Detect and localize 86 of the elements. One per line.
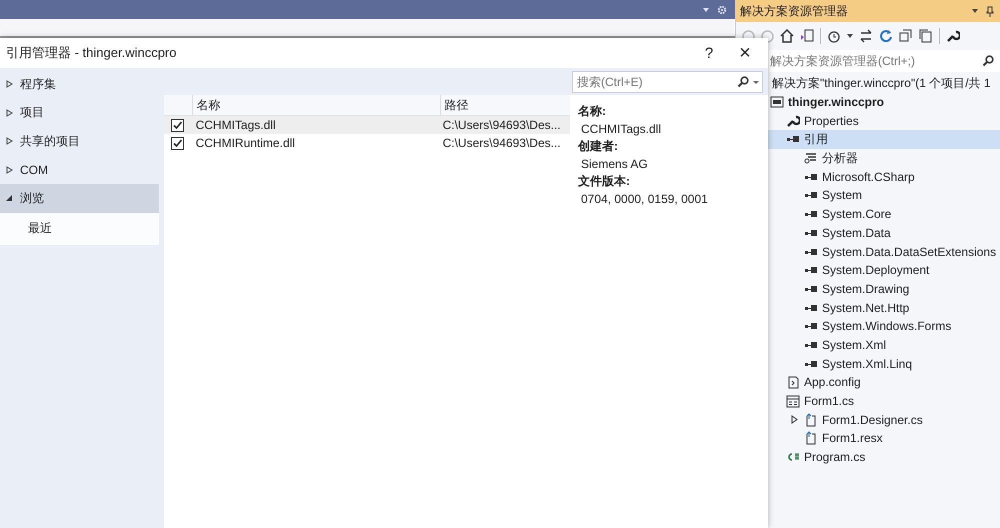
reference-icon — [804, 360, 818, 368]
tree-item[interactable]: System.Data.DataSetExtensions — [736, 242, 1000, 261]
detail-value: CCHMITags.dll — [580, 121, 662, 138]
search-field[interactable]: 搜索(Ctrl+E) — [572, 70, 763, 92]
settings-icon[interactable] — [717, 4, 727, 14]
reference-icon — [804, 248, 818, 256]
dropdown-icon[interactable] — [972, 9, 978, 13]
tree-item[interactable]: System.Core — [736, 204, 1000, 224]
tree-item[interactable]: System.Windows.Forms — [736, 316, 1000, 336]
document-icon[interactable] — [800, 29, 814, 43]
tree-item[interactable]: System.Net.Http — [736, 298, 1000, 317]
table-cell-text: C:\Users\94693\Des... — [442, 118, 561, 132]
panel-title: 解决方案资源管理器 — [740, 2, 848, 20]
tree-item[interactable]: System.Drawing — [736, 280, 1000, 298]
tree-item[interactable]: App.config — [736, 373, 1000, 392]
csharp-project-icon — [770, 96, 784, 108]
column-header[interactable]: 名称 — [192, 95, 441, 115]
detail-value: 0704, 0000, 0159, 0001 — [580, 191, 709, 208]
table-cell-text: CCHMIRuntime.dll — [194, 136, 296, 150]
tree-item[interactable]: System.Xml.Linq — [736, 354, 1000, 373]
tree-item[interactable]: Microsoft.CSharp — [736, 167, 1000, 186]
detail-value: Siemens AG — [580, 156, 649, 173]
table-cell-text: CCHMITags.dll — [194, 118, 277, 132]
form-icon — [786, 394, 800, 408]
tree-item[interactable]: Form1.resx — [736, 429, 1000, 448]
dropdown-icon[interactable] — [753, 80, 759, 84]
tree-item[interactable]: System — [736, 186, 1000, 205]
refresh-icon[interactable] — [879, 29, 893, 43]
tree-item[interactable]: System.Deployment — [736, 260, 1000, 280]
tree-item[interactable]: System.Data — [736, 224, 1000, 242]
file-icon — [804, 431, 818, 446]
help-button[interactable]: ? — [696, 44, 722, 62]
pin-icon[interactable] — [986, 6, 994, 16]
nav-item[interactable]: 浏览 — [0, 184, 159, 212]
tree-item[interactable]: Form1.Designer.cs — [736, 410, 1000, 430]
expand-icon[interactable] — [6, 80, 13, 88]
reference-icon — [804, 228, 818, 237]
wrench-icon — [786, 114, 800, 128]
detail-label: 创建者: — [578, 138, 619, 155]
file-icon — [804, 412, 818, 427]
expand-icon[interactable] — [6, 166, 13, 174]
reference-icon — [804, 266, 818, 274]
reference-icon — [804, 304, 818, 312]
expanded-icon[interactable] — [6, 194, 13, 202]
nav-item[interactable]: 程序集 — [0, 70, 159, 98]
expand-icon[interactable] — [6, 108, 13, 117]
tree-item[interactable]: 分析器 — [736, 148, 1000, 168]
reference-icon — [786, 135, 800, 144]
expand-icon[interactable] — [790, 415, 798, 424]
home-icon[interactable] — [780, 29, 794, 43]
reference-icon — [804, 322, 818, 330]
checkbox[interactable] — [171, 136, 184, 150]
search-field[interactable]: 解决方案资源管理器(Ctrl+;) — [769, 50, 1000, 72]
close-button[interactable]: × — [732, 42, 758, 64]
tree-item[interactable]: Program.cs — [736, 448, 1000, 466]
nav-item[interactable]: 项目 — [0, 98, 159, 127]
collapse-icon[interactable] — [899, 29, 913, 43]
reference-icon — [804, 340, 818, 349]
dialog-title: 引用管理器 - thinger.winccpro — [6, 44, 176, 62]
analyzer-icon — [804, 152, 818, 164]
table-cell-text: C:\Users\94693\Des... — [442, 136, 561, 150]
reference-icon — [804, 210, 818, 218]
search-icon[interactable] — [737, 76, 749, 88]
sync-icon[interactable] — [859, 29, 873, 43]
reference-icon — [804, 191, 818, 200]
detail-label: 名称: — [578, 103, 607, 120]
reference-icon — [804, 284, 818, 293]
dropdown-icon[interactable] — [847, 34, 853, 38]
detail-label: 文件版本: — [578, 173, 631, 190]
tree-item[interactable]: Properties — [736, 111, 1000, 130]
csharp-file-icon — [786, 452, 800, 462]
nav-item[interactable]: COM — [0, 156, 159, 184]
tree-item[interactable]: System.Xml — [736, 336, 1000, 354]
copy-icon[interactable] — [919, 29, 933, 43]
tree-item[interactable]: thinger.winccpro — [736, 92, 1000, 112]
checkbox[interactable] — [171, 118, 184, 132]
config-file-icon — [786, 375, 800, 390]
expand-icon[interactable] — [6, 137, 13, 146]
wrench-icon[interactable] — [946, 29, 960, 43]
clock-icon[interactable] — [827, 29, 841, 43]
nav-item[interactable]: 共享的项目 — [0, 127, 159, 156]
reference-icon — [804, 172, 818, 181]
tree-item[interactable]: Form1.cs — [736, 392, 1000, 410]
search-icon[interactable] — [982, 55, 994, 67]
nav-item[interactable]: 最近 — [0, 212, 159, 244]
column-header[interactable]: 路径 — [440, 96, 469, 114]
